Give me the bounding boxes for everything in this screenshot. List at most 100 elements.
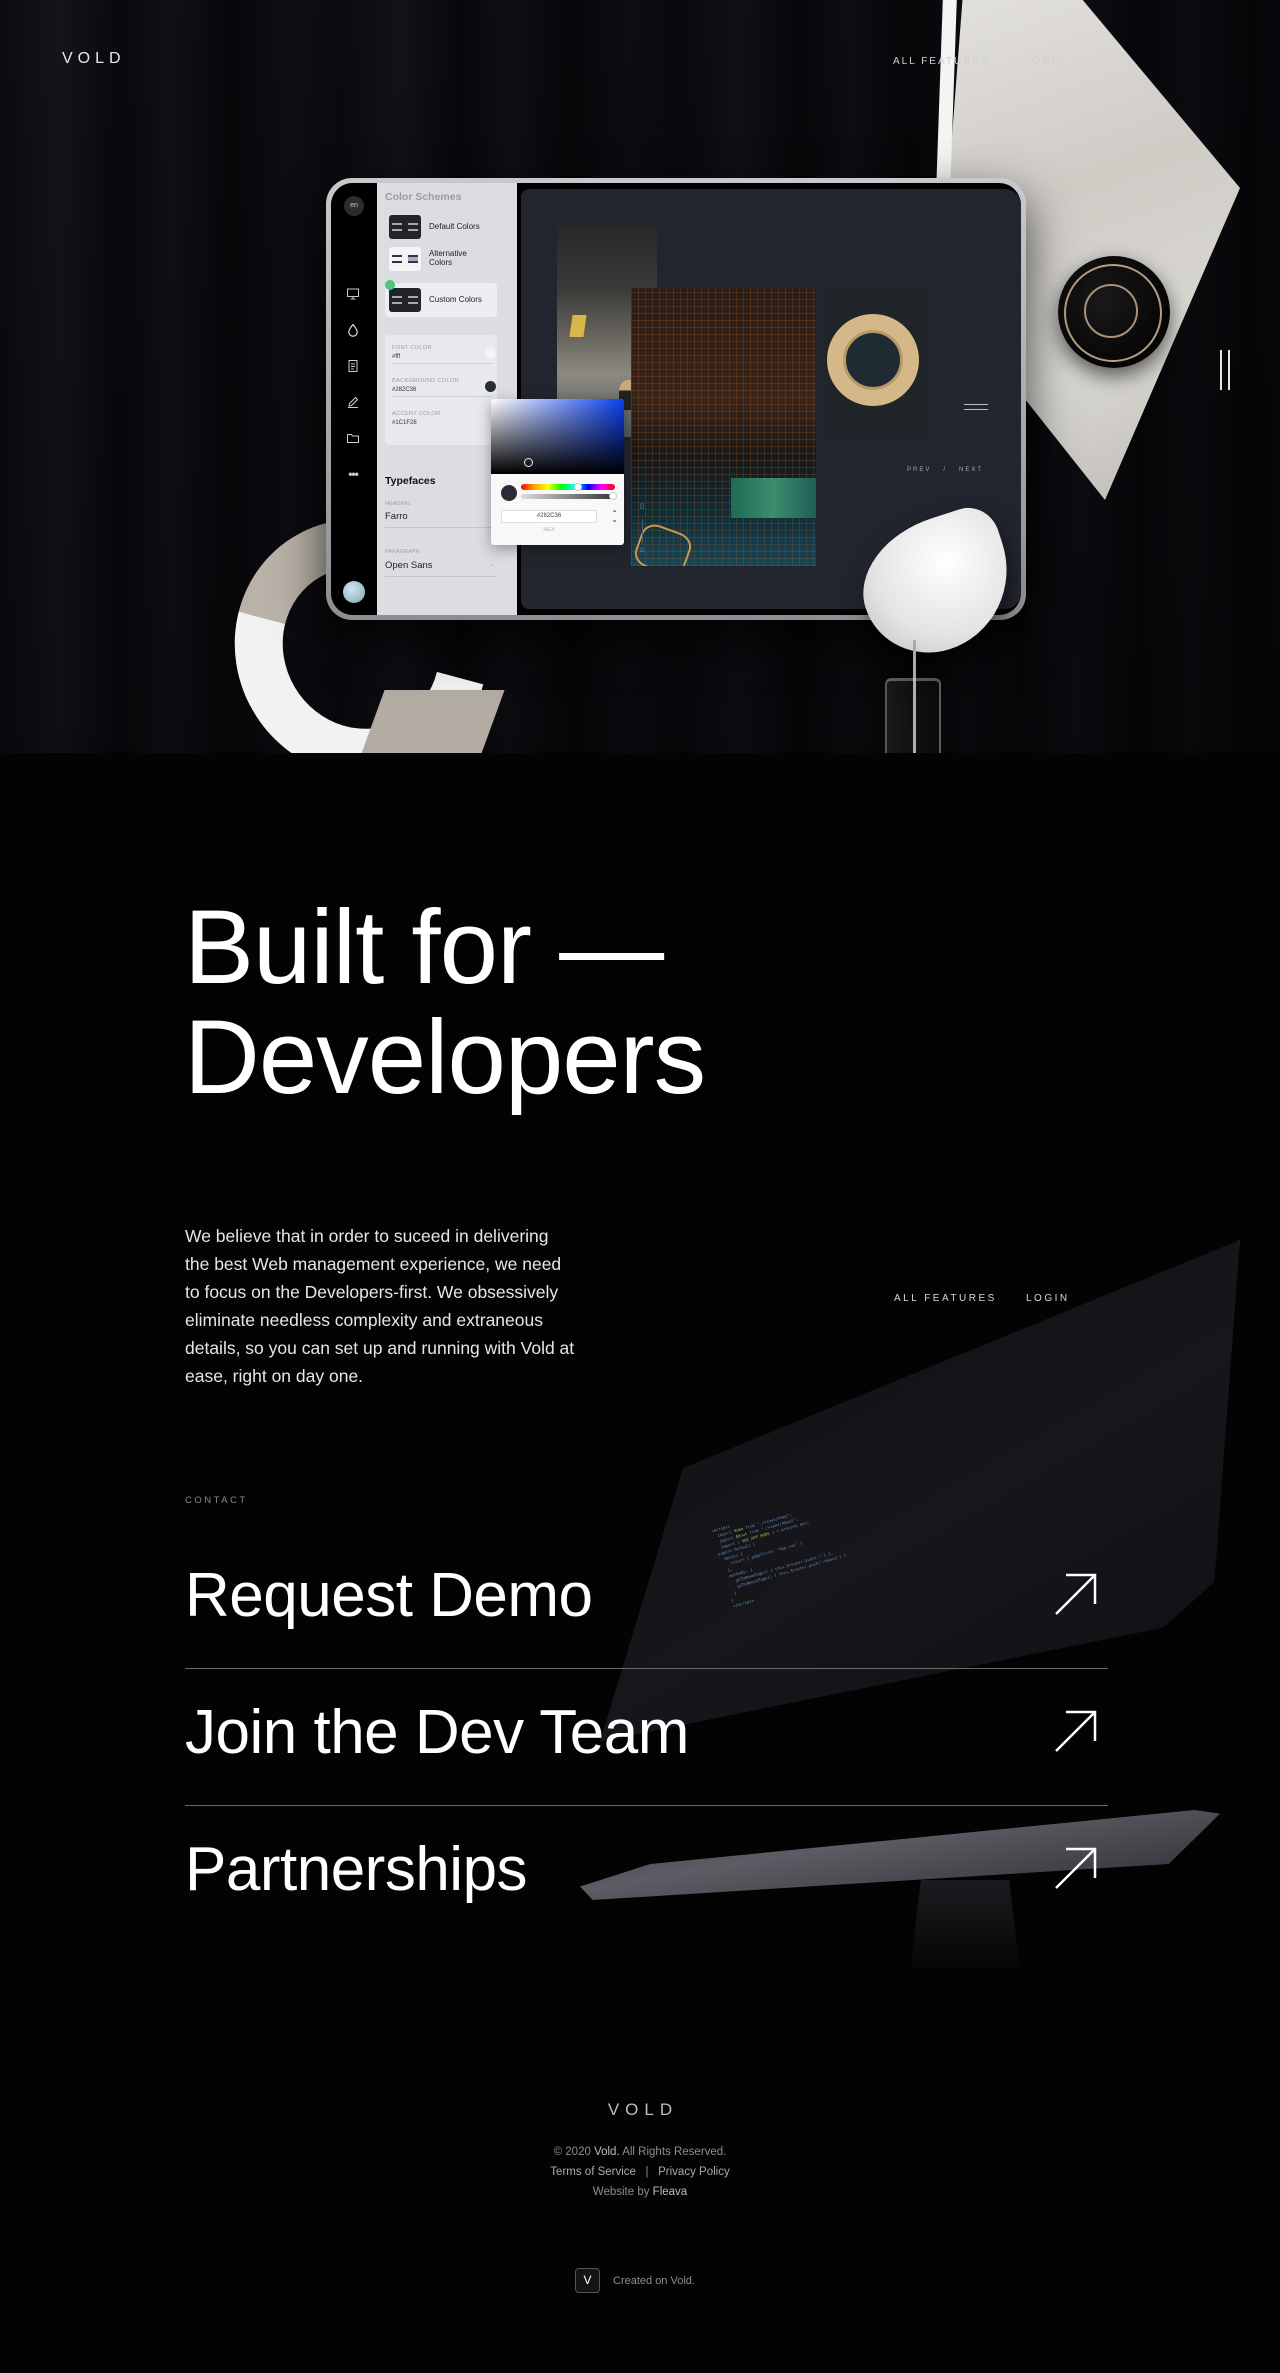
legal-divider: | <box>645 2166 649 2178</box>
credits: Website by Fleava <box>0 2186 1280 2199</box>
scheme-thumbnail <box>389 288 421 312</box>
gallery-nav: PREV / NEXT <box>901 467 989 473</box>
ring-sculpture-decoration <box>1058 256 1170 368</box>
contact-link-label: Request Demo <box>185 1561 593 1630</box>
scheme-thumbnail <box>389 215 421 239</box>
plate-inner <box>843 330 903 390</box>
privacy-link[interactable]: Privacy Policy <box>658 2166 730 2178</box>
heading-font-select[interactable]: Farro <box>385 511 497 528</box>
vold-v-icon: V <box>575 2268 600 2293</box>
scheme-default[interactable]: Default Colors <box>385 213 497 241</box>
gallery-image-restaurant[interactable] <box>631 288 816 566</box>
language-switch[interactable]: en <box>344 196 364 216</box>
copyright: © 2020 Vold. All Rights Reserved. <box>0 2146 1280 2159</box>
more-icon[interactable]: ••• <box>346 467 360 481</box>
next-button[interactable]: NEXT <box>959 467 983 473</box>
contact-link-label: Partnerships <box>185 1835 528 1904</box>
nav-login[interactable]: LOGIN <box>1025 56 1066 67</box>
hex-mode-label: HEX <box>543 527 555 533</box>
app-icon-rail: en ••• <box>331 183 377 615</box>
nav-separator: / <box>943 467 948 473</box>
created-on-vold-badge[interactable]: V Created on Vold. <box>575 2268 695 2293</box>
copyright-suffix: All Rights Reserved. <box>619 2146 727 2158</box>
credits-prefix: Website by <box>592 2186 653 2198</box>
copyright-brand: Vold. <box>594 2146 620 2158</box>
slide-current: 01 <box>637 547 644 553</box>
headline-line-2: Developers <box>184 999 706 1116</box>
pencil-icon[interactable] <box>346 395 360 409</box>
slide-progress-line <box>642 519 643 543</box>
contact-link-label: Join the Dev Team <box>185 1698 689 1767</box>
hex-input[interactable]: #282C36 <box>501 510 597 523</box>
arrow-up-right-icon <box>1055 1847 1097 1889</box>
panel-title: Color Schemes <box>385 191 462 203</box>
hero-section: VOLD ALL FEATURES LOGIN en ••• Color Sch… <box>0 0 1280 753</box>
monitor-icon[interactable] <box>346 287 360 301</box>
heading-font-value: Farro <box>385 511 408 522</box>
created-on-text: Created on Vold. <box>613 2274 695 2287</box>
footer-logo[interactable]: VOLD <box>6 2100 1280 2120</box>
slider-pause-icon[interactable] <box>1220 350 1232 390</box>
paragraph-font-label: PARAGRAPH <box>385 549 420 555</box>
contact-link-partnerships[interactable]: Partnerships <box>185 1806 1108 1943</box>
alpha-slider-handle[interactable] <box>609 492 617 500</box>
scheme-alternative[interactable]: Alternative Colors <box>385 245 497 273</box>
font-color-field[interactable]: FONT COLOR #fff <box>392 345 496 364</box>
legal-links: Terms of Service | Privacy Policy <box>0 2166 1280 2179</box>
agency-link[interactable]: Fleava <box>653 2186 688 2198</box>
color-swatch[interactable] <box>485 381 496 392</box>
mode-toggle-icon[interactable]: ⌃ ⌄ <box>611 510 618 524</box>
contact-links: Request Demo Join the Dev Team Partnersh… <box>185 1532 1108 1943</box>
nav-all-features[interactable]: ALL FEATURES <box>893 56 990 67</box>
gallery-image-plate[interactable] <box>823 288 923 438</box>
contact-link-join-dev-team[interactable]: Join the Dev Team <box>185 1669 1108 1806</box>
field-label: BACKGROUND COLOR <box>392 378 459 384</box>
scheme-thumbnail <box>389 247 421 271</box>
background-color-field[interactable]: BACKGROUND COLOR #282C36 <box>392 378 496 397</box>
paragraph-font-select[interactable]: Open Sans ⌄ <box>385 560 497 577</box>
prev-button[interactable]: PREV <box>907 467 931 473</box>
chevron-down-icon: ⌄ <box>489 561 495 568</box>
glass-vase-decoration <box>885 678 941 753</box>
field-value: #1C1F28 <box>392 420 417 426</box>
alpha-slider[interactable] <box>521 494 615 499</box>
typefaces-heading: Typefaces <box>385 475 436 487</box>
color-picker[interactable]: #282C36 HEX ⌃ ⌄ <box>491 399 624 545</box>
inner-ring <box>1084 284 1138 338</box>
folder-icon[interactable] <box>346 431 360 445</box>
nav-all-features-secondary[interactable]: ALL FEATURES <box>894 1293 997 1304</box>
menu-lines-icon <box>964 404 988 410</box>
scheme-custom[interactable]: Custom Colors <box>385 280 497 317</box>
contact-link-request-demo[interactable]: Request Demo <box>185 1532 1108 1669</box>
field-label: FONT COLOR <box>392 345 432 351</box>
droplet-icon[interactable] <box>346 323 360 337</box>
saturation-knob[interactable] <box>524 458 533 467</box>
scheme-label: Custom Colors <box>429 294 482 304</box>
field-label: ACCENT COLOR <box>392 411 441 417</box>
document-icon[interactable] <box>346 359 360 373</box>
hue-slider[interactable] <box>521 484 615 490</box>
intro-paragraph: We believe that in order to suceed in de… <box>185 1226 575 1386</box>
color-swatch[interactable] <box>485 348 496 359</box>
footer: VOLD © 2020 Vold. All Rights Reserved. T… <box>0 2100 1280 2199</box>
field-value: #fff <box>392 354 401 360</box>
field-value: #282C36 <box>392 387 417 393</box>
logo[interactable]: VOLD <box>62 50 126 68</box>
custom-colors-box: FONT COLOR #fff BACKGROUND COLOR #282C36… <box>385 335 497 445</box>
user-avatar[interactable] <box>343 581 365 603</box>
nav-login-secondary[interactable]: LOGIN <box>1026 1293 1070 1304</box>
copyright-prefix: © 2020 <box>553 2146 595 2158</box>
accent-color-field[interactable]: ACCENT COLOR #1C1F28 <box>392 411 492 426</box>
scheme-label: Alternative Colors <box>429 249 467 267</box>
heading-font-label: HEADING <box>385 501 411 507</box>
arrow-up-right-icon <box>1055 1573 1097 1615</box>
slide-total: 03 <box>637 503 644 509</box>
terms-link[interactable]: Terms of Service <box>550 2166 636 2178</box>
headline-line-1: Built for — <box>184 889 664 1006</box>
page-headline: Built for — Developers <box>184 893 706 1116</box>
scheme-label: Default Colors <box>429 221 480 231</box>
saturation-area[interactable] <box>491 399 624 474</box>
color-preview <box>501 485 517 501</box>
contact-section-label: CONTACT <box>185 1495 248 1506</box>
hue-slider-handle[interactable] <box>574 483 582 491</box>
